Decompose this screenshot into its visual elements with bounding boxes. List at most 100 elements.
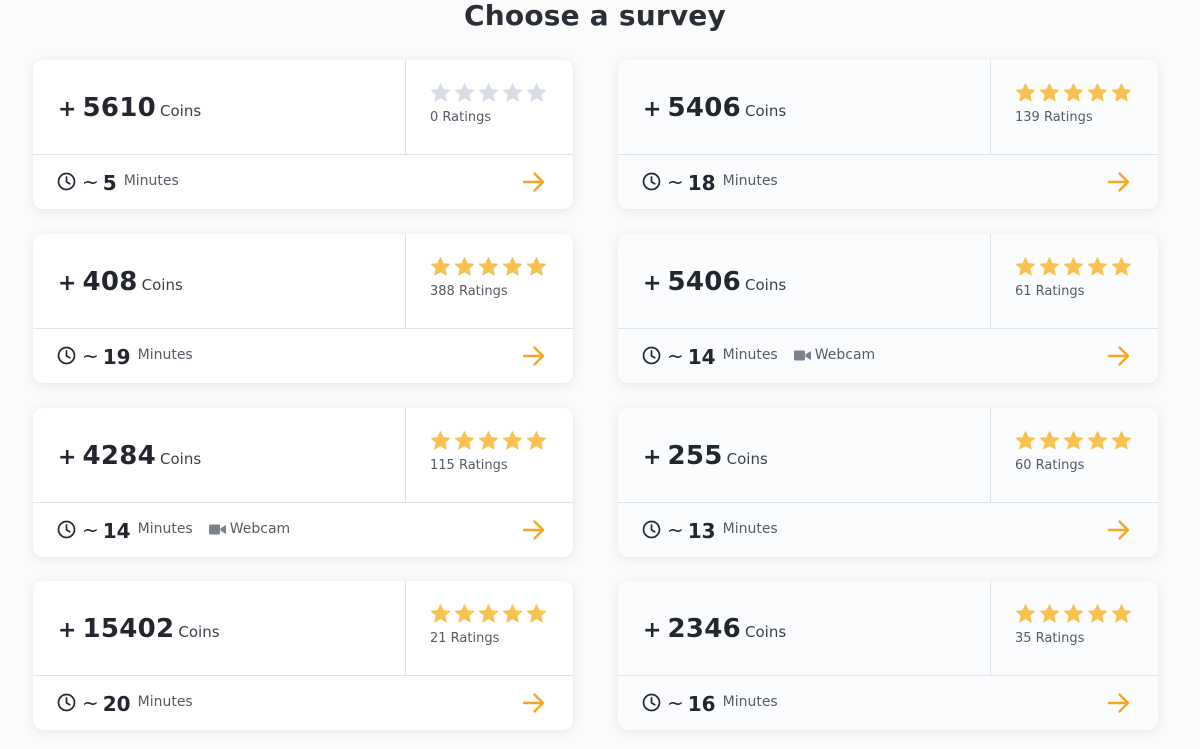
rating-count: 21 Ratings bbox=[430, 631, 500, 646]
duration-minutes: 14 bbox=[687, 345, 716, 369]
star-icon bbox=[1015, 604, 1036, 623]
start-survey-button[interactable] bbox=[1106, 344, 1132, 368]
star-icon bbox=[430, 257, 451, 276]
survey-reward: +15402 Coins bbox=[58, 614, 220, 644]
clock-icon bbox=[57, 520, 76, 538]
star-icon bbox=[454, 431, 475, 450]
rating-count: 60 Ratings bbox=[1015, 458, 1085, 473]
duration-minutes-label: Minutes bbox=[722, 347, 778, 363]
star-icon bbox=[1087, 257, 1108, 276]
survey-card-header: +408 Coins 388 Ratings bbox=[33, 234, 573, 329]
star-rating bbox=[1015, 82, 1132, 103]
star-icon bbox=[1063, 431, 1084, 450]
survey-rating: 61 Ratings bbox=[1015, 256, 1132, 299]
reward-coins-amount: 5406 bbox=[667, 267, 742, 297]
survey-card[interactable]: +5610 Coins 0 Ratings ~ 5 Minutes bbox=[33, 60, 573, 209]
start-survey-button[interactable] bbox=[521, 518, 547, 542]
star-icon bbox=[478, 431, 499, 450]
arrow-right-icon bbox=[522, 172, 545, 192]
rating-count: 0 Ratings bbox=[430, 110, 492, 125]
reward-plus-sign: + bbox=[643, 97, 662, 122]
start-survey-button[interactable] bbox=[1106, 691, 1132, 715]
duration-tilde: ~ bbox=[667, 344, 684, 368]
card-divider bbox=[405, 234, 406, 328]
duration-minutes-label: Minutes bbox=[722, 694, 778, 710]
star-icon bbox=[1111, 431, 1132, 450]
star-icon bbox=[1087, 83, 1108, 102]
star-icon bbox=[502, 431, 523, 450]
survey-card-header: +2346 Coins 35 Ratings bbox=[618, 581, 1158, 676]
star-icon bbox=[526, 431, 547, 450]
reward-coins-amount: 5610 bbox=[82, 93, 157, 123]
star-icon bbox=[1087, 604, 1108, 623]
star-icon bbox=[1039, 431, 1060, 450]
survey-duration: ~ 16 Minutes bbox=[642, 690, 778, 716]
card-divider bbox=[990, 408, 991, 502]
survey-duration: ~ 13 Minutes bbox=[642, 517, 778, 543]
star-icon bbox=[526, 604, 547, 623]
arrow-right-icon bbox=[1107, 346, 1130, 366]
survey-card-header: +5406 Coins 139 Ratings bbox=[618, 60, 1158, 155]
star-icon bbox=[1111, 83, 1132, 102]
start-survey-button[interactable] bbox=[1106, 518, 1132, 542]
duration-minutes: 18 bbox=[687, 171, 716, 195]
reward-plus-sign: + bbox=[643, 271, 662, 296]
reward-coins-label: Coins bbox=[141, 276, 183, 294]
survey-card[interactable]: +2346 Coins 35 Ratings ~ 16 Minutes bbox=[618, 581, 1158, 730]
clock-icon bbox=[642, 520, 661, 538]
survey-rating: 21 Ratings bbox=[430, 603, 547, 646]
survey-card-footer: ~ 18 Minutes bbox=[618, 155, 1158, 209]
clock-icon bbox=[642, 172, 661, 190]
survey-card-footer: ~ 20 Minutes bbox=[33, 676, 573, 730]
star-icon bbox=[1111, 257, 1132, 276]
reward-plus-sign: + bbox=[58, 618, 77, 643]
start-survey-button[interactable] bbox=[521, 344, 547, 368]
webcam-requirement: Webcam bbox=[793, 347, 875, 363]
star-icon bbox=[1015, 83, 1036, 102]
reward-coins-amount: 255 bbox=[667, 441, 723, 471]
arrow-right-icon bbox=[1107, 520, 1130, 540]
survey-reward: +408 Coins bbox=[58, 267, 183, 297]
duration-minutes-label: Minutes bbox=[722, 521, 778, 537]
arrow-right-icon bbox=[1107, 172, 1130, 192]
star-icon bbox=[478, 604, 499, 623]
survey-card-footer: ~ 13 Minutes bbox=[618, 503, 1158, 557]
duration-minutes-label: Minutes bbox=[137, 694, 193, 710]
survey-card-header: +15402 Coins 21 Ratings bbox=[33, 581, 573, 676]
survey-duration: ~ 20 Minutes bbox=[57, 690, 193, 716]
duration-tilde: ~ bbox=[667, 691, 684, 715]
survey-card[interactable]: +15402 Coins 21 Ratings ~ 20 Minutes bbox=[33, 581, 573, 730]
survey-card-header: +4284 Coins 115 Ratings bbox=[33, 408, 573, 503]
star-icon bbox=[454, 257, 475, 276]
video-camera-icon bbox=[793, 350, 811, 360]
reward-coins-label: Coins bbox=[160, 102, 202, 120]
star-icon bbox=[1063, 604, 1084, 623]
reward-plus-sign: + bbox=[643, 445, 662, 470]
clock-icon bbox=[642, 693, 661, 711]
reward-coins-amount: 5406 bbox=[667, 93, 742, 123]
survey-reward: +2346 Coins bbox=[643, 614, 786, 644]
survey-rating: 388 Ratings bbox=[430, 256, 547, 299]
survey-reward: +5610 Coins bbox=[58, 93, 201, 123]
reward-coins-label: Coins bbox=[726, 450, 768, 468]
survey-rating: 115 Ratings bbox=[430, 430, 547, 473]
survey-card[interactable]: +255 Coins 60 Ratings ~ 13 Minutes bbox=[618, 408, 1158, 557]
rating-count: 388 Ratings bbox=[430, 284, 508, 299]
survey-reward: +4284 Coins bbox=[58, 441, 201, 471]
survey-card[interactable]: +408 Coins 388 Ratings ~ 19 Minutes bbox=[33, 234, 573, 383]
survey-card-footer: ~ 14 Minutes Webcam bbox=[33, 503, 573, 557]
reward-coins-label: Coins bbox=[745, 276, 787, 294]
start-survey-button[interactable] bbox=[521, 170, 547, 194]
survey-reward: +5406 Coins bbox=[643, 93, 786, 123]
duration-tilde: ~ bbox=[82, 344, 99, 368]
start-survey-button[interactable] bbox=[521, 691, 547, 715]
star-icon bbox=[502, 604, 523, 623]
star-rating bbox=[430, 256, 547, 277]
start-survey-button[interactable] bbox=[1106, 170, 1132, 194]
survey-reward: +5406 Coins bbox=[643, 267, 786, 297]
survey-card[interactable]: +5406 Coins 61 Ratings ~ 14 Minutes Webc… bbox=[618, 234, 1158, 383]
survey-card[interactable]: +4284 Coins 115 Ratings ~ 14 Minutes Web… bbox=[33, 408, 573, 557]
survey-card[interactable]: +5406 Coins 139 Ratings ~ 18 Minutes bbox=[618, 60, 1158, 209]
star-icon bbox=[1087, 431, 1108, 450]
arrow-right-icon bbox=[522, 693, 545, 713]
